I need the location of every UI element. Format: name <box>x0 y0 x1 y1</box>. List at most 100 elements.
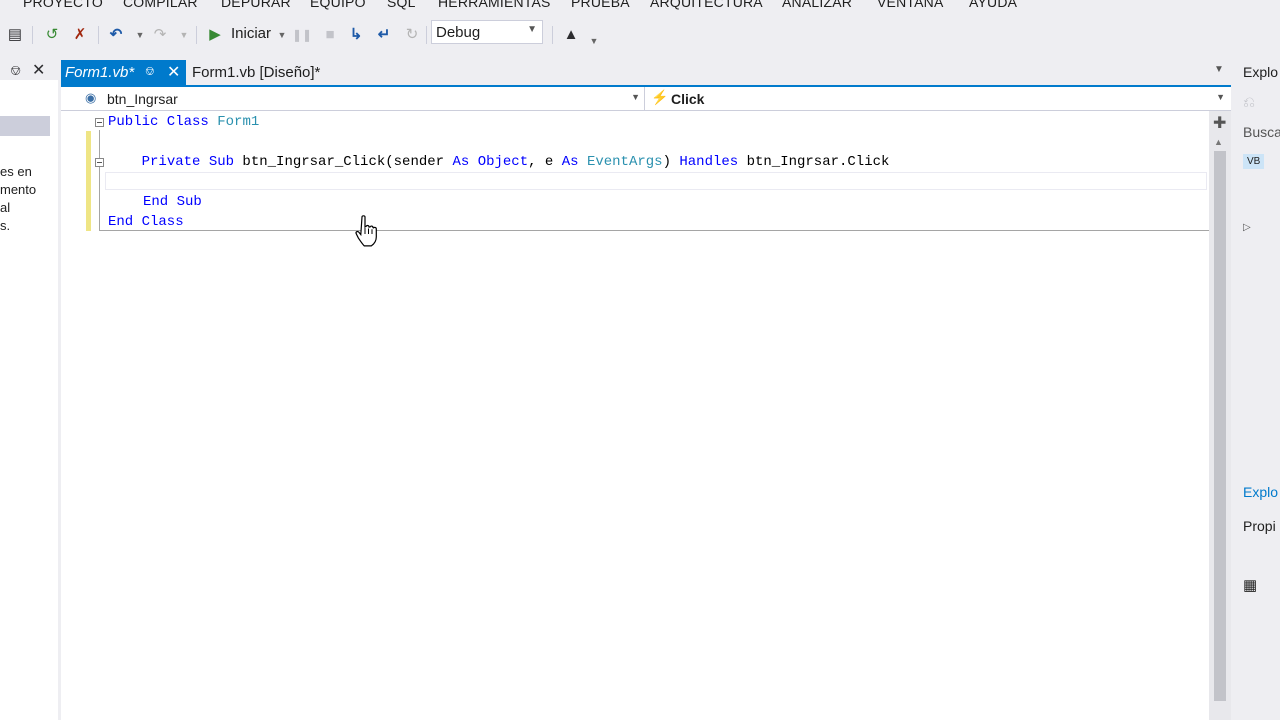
handles-target: btn_Ingrsar.Click <box>738 154 890 170</box>
code-line-3[interactable]: Private Sub btn_Ingrsar_Click(sender As … <box>108 154 890 170</box>
outline-line <box>99 130 100 230</box>
change-tracking-bar <box>86 131 91 231</box>
keyword: As <box>452 154 470 170</box>
keyword: End Sub <box>143 194 202 210</box>
panel-text-line: al <box>0 200 11 215</box>
selected-item-bar[interactable] <box>0 116 50 136</box>
keyword: Handles <box>679 154 739 170</box>
vertical-scrollbar[interactable]: ✚ ▲ <box>1209 111 1231 720</box>
class-name: Form1 <box>217 114 260 130</box>
keyword: End Class <box>108 214 184 230</box>
collapse-toggle-class[interactable] <box>95 118 104 127</box>
vb-project-icon[interactable]: VB <box>1243 154 1265 169</box>
hand-cursor-icon <box>355 215 377 247</box>
scrollbar-thumb[interactable] <box>1214 151 1226 701</box>
lightning-icon: ⚡ <box>651 89 669 105</box>
menu-proyecto[interactable]: PROYECTO <box>23 0 103 10</box>
tab-overflow-dropdown-icon[interactable]: ▼ <box>1214 64 1224 75</box>
object-select[interactable]: ◉ btn_Ingrsar ▼ <box>61 87 645 110</box>
region-separator <box>99 230 1209 231</box>
toolbar-separator <box>32 26 33 44</box>
keyword: Private Sub <box>141 154 235 170</box>
categorized-icon[interactable]: ▦ <box>1243 576 1257 594</box>
menu-analizar[interactable]: ANALIZAR <box>782 0 852 10</box>
menu-prueba[interactable]: PRUEBA <box>571 0 630 10</box>
menu-ayuda[interactable]: AYUDA <box>969 0 1017 10</box>
properties-title[interactable]: Propi <box>1243 518 1276 534</box>
start-button[interactable]: Iniciar <box>231 25 271 42</box>
code-editor[interactable] <box>81 111 1209 720</box>
stop-icon[interactable]: ■ <box>320 26 340 44</box>
collapse-toggle-sub[interactable] <box>95 158 104 167</box>
restart-icon[interactable]: ↻ <box>402 26 422 44</box>
back-icon[interactable]: ⎌ <box>1243 94 1255 111</box>
split-window-icon[interactable]: ✚ <box>1213 113 1226 133</box>
keyword: As <box>561 154 579 170</box>
redo-icon[interactable]: ↷ <box>150 26 170 44</box>
chevron-down-icon: ▼ <box>527 24 537 35</box>
code-navigation-bar: ◉ btn_Ingrsar ▼ ⚡ Click ▼ <box>61 87 1231 111</box>
method-signature: btn_Ingrsar_Click(sender <box>234 154 453 170</box>
object-select-value: btn_Ingrsar <box>107 91 178 107</box>
code-line-6[interactable]: End Class <box>108 214 184 230</box>
toolbar-separator <box>196 26 197 44</box>
start-dropdown-icon[interactable]: ▼ <box>272 26 292 44</box>
standard-toolbar: ▤ ↺ ✗ ↶ ▼ ↷ ▼ ▶ Iniciar ▼ ❚❚ ■ ↳ ↵ ↻ ▲ ▼ <box>0 16 1280 54</box>
step-over-icon[interactable]: ↳ <box>346 26 366 44</box>
left-panel-overlay: es en mento al s. <box>0 54 58 720</box>
chevron-down-icon: ▼ <box>631 92 640 102</box>
panel-text-line: es en <box>0 164 32 179</box>
event-select[interactable]: ⚡ Click ▼ <box>647 87 1231 110</box>
menu-depurar[interactable]: DEPURAR <box>221 0 291 10</box>
publish-icon[interactable]: ▲ <box>561 26 581 44</box>
solution-config-select[interactable]: Debug ▼ <box>431 20 543 44</box>
current-line-highlight <box>105 172 1207 190</box>
tab-form1-design[interactable]: Form1.vb [Diseño]* <box>192 64 320 81</box>
code-line-1[interactable]: Public Class Form1 <box>108 114 259 130</box>
right-tool-panel: Explo ⎌ Busca VB ▷ Explo Propi ▦ <box>1235 54 1280 720</box>
step-into-icon[interactable]: ↵ <box>374 26 394 44</box>
menu-equipo[interactable]: EQUIPO <box>310 0 366 10</box>
expand-arrow-icon[interactable]: ▷ <box>1243 222 1251 233</box>
event-select-value: Click <box>671 91 705 107</box>
undo-icon[interactable]: ↶ <box>106 26 126 44</box>
menu-sql[interactable]: SQL <box>387 0 416 10</box>
type-name: EventArgs <box>586 154 663 170</box>
editor-margin <box>61 111 81 720</box>
menu-bar: PROYECTO COMPILAR DEPURAR EQUIPO SQL HER… <box>0 0 1280 16</box>
panel-text-line: s. <box>0 218 11 233</box>
close-icon[interactable]: ✕ <box>167 62 180 82</box>
detach-icon[interactable]: ✗ <box>70 26 90 44</box>
keyword: Object <box>477 154 529 170</box>
menu-arquitectura[interactable]: ARQUITECTURA <box>650 0 763 10</box>
toolbar-options-icon[interactable]: ▼ <box>584 32 604 50</box>
pause-icon[interactable]: ❚❚ <box>292 26 312 44</box>
toolbar-separator <box>426 26 427 44</box>
paren-close: ) <box>662 154 680 170</box>
scroll-up-icon[interactable]: ▲ <box>1214 137 1223 147</box>
toolbar-separator <box>98 26 99 44</box>
param-e: , e <box>528 154 562 170</box>
undo-dropdown-icon[interactable]: ▼ <box>130 26 150 44</box>
redo-dropdown-icon[interactable]: ▼ <box>174 26 194 44</box>
start-icon[interactable]: ▶ <box>205 26 225 44</box>
chevron-down-icon: ▼ <box>1216 92 1225 102</box>
solution-config-value: Debug <box>436 24 481 41</box>
tab-explorer[interactable]: Explo <box>1243 484 1278 500</box>
save-all-icon[interactable]: ▤ <box>5 26 25 44</box>
menu-compilar[interactable]: COMPILAR <box>123 0 198 10</box>
pin-icon[interactable]: ⎊ <box>145 64 155 79</box>
menu-ventana[interactable]: VENTANA <box>877 0 944 10</box>
menu-herramientas[interactable]: HERRAMIENTAS <box>438 0 551 10</box>
attach-icon[interactable]: ↺ <box>42 26 62 44</box>
button-control-icon: ◉ <box>85 90 97 105</box>
search-field[interactable]: Busca <box>1243 124 1280 140</box>
panel-title-fragment[interactable]: Explo <box>1243 64 1278 80</box>
toolbar-separator <box>552 26 553 44</box>
code-line-5[interactable]: End Sub <box>143 194 202 210</box>
keyword: Public Class <box>108 114 209 130</box>
tab-form1-vb[interactable]: Form1.vb* ⎊ ✕ <box>61 60 186 85</box>
